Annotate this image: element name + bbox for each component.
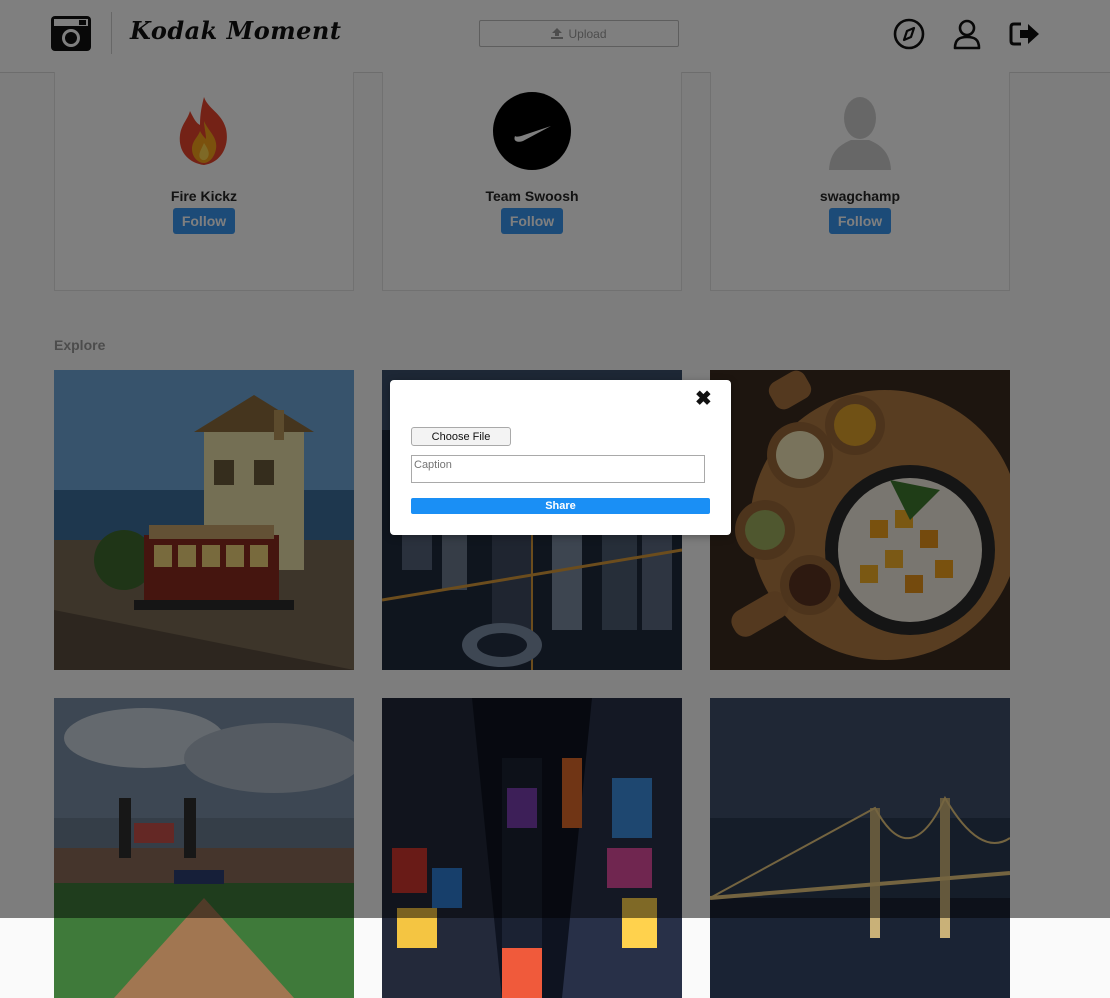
close-icon[interactable]: ✖ <box>695 388 712 410</box>
upload-modal: ✖ Choose File Caption Share <box>390 380 731 535</box>
caption-input[interactable]: Caption <box>411 455 705 483</box>
choose-file-button[interactable]: Choose File <box>411 427 511 446</box>
share-button[interactable]: Share <box>411 498 710 514</box>
